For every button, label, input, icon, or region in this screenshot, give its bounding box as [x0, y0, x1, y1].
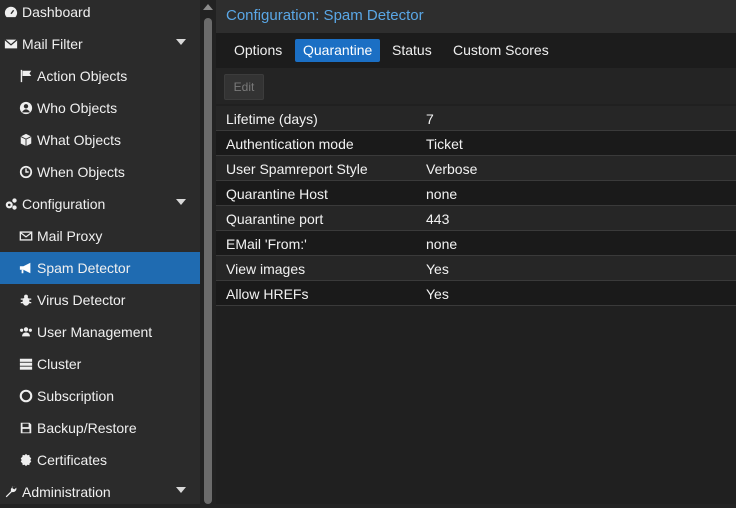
edit-button[interactable]: Edit [224, 74, 264, 100]
floppy-icon [18, 420, 34, 436]
sidebar-item-administration[interactable]: Administration [0, 476, 200, 508]
sidebar-item-configuration[interactable]: Configuration [0, 188, 200, 220]
page-title: Configuration: Spam Detector [226, 7, 424, 24]
row-value: Yes [426, 286, 449, 302]
row-name: View images [226, 261, 306, 277]
sidebar-item-label: Administration [22, 484, 111, 500]
sidebar-item-label: Backup/Restore [37, 420, 137, 436]
table-row[interactable]: Allow HREFs Yes [216, 281, 736, 306]
sidebar-item-backup-restore[interactable]: Backup/Restore [0, 412, 200, 444]
row-value: Yes [426, 261, 449, 277]
chevron-down-icon[interactable] [176, 199, 186, 205]
chevron-down-icon[interactable] [176, 39, 186, 45]
row-name: Quarantine Host [226, 186, 328, 202]
toolbar: Edit [216, 68, 736, 104]
table-row[interactable]: Authentication mode Ticket [216, 131, 736, 156]
sidebar-item-label: Cluster [37, 356, 82, 372]
life-ring-icon [18, 388, 34, 404]
clock-icon [18, 164, 34, 180]
table-row[interactable]: Quarantine Host none [216, 181, 736, 206]
row-value: Ticket [426, 136, 463, 152]
sidebar-item-action-objects[interactable]: Action Objects [0, 60, 200, 92]
server-icon [18, 356, 34, 372]
row-value: 7 [426, 111, 434, 127]
row-name: User Spamreport Style [226, 161, 368, 177]
certificate-icon [18, 452, 34, 468]
sidebar-item-virus-detector[interactable]: Virus Detector [0, 284, 200, 316]
table-row[interactable]: EMail 'From:' none [216, 231, 736, 256]
sidebar-item-label: Configuration [22, 196, 106, 212]
sidebar-item-label: Who Objects [37, 100, 118, 116]
tab-bar: Options Quarantine Status Custom Scores [216, 33, 736, 68]
sidebar-item-user-management[interactable]: User Management [0, 316, 200, 348]
sidebar-item-when-objects[interactable]: When Objects [0, 156, 200, 188]
row-name: Authentication mode [226, 136, 354, 152]
main-panel: Configuration: Spam Detector Options Qua… [216, 0, 736, 504]
sidebar-item-label: Certificates [37, 452, 108, 468]
sidebar-item-certificates[interactable]: Certificates [0, 444, 200, 476]
table-row[interactable]: User Spamreport Style Verbose [216, 156, 736, 181]
tab-quarantine[interactable]: Quarantine [295, 39, 381, 62]
cube-icon [18, 132, 34, 148]
row-name: EMail 'From:' [226, 236, 307, 252]
sidebar-item-what-objects[interactable]: What Objects [0, 124, 200, 156]
tab-options[interactable]: Options [226, 39, 290, 62]
sidebar-item-label: Mail Filter [22, 36, 83, 52]
sidebar-item-label: Spam Detector [37, 260, 131, 276]
sidebar-item-label: Dashboard [22, 4, 91, 20]
sidebar: Dashboard Mail Filter Action Objects Who… [0, 0, 200, 504]
sidebar-item-subscription[interactable]: Subscription [0, 380, 200, 412]
scroll-up-icon[interactable] [203, 4, 213, 10]
settings-grid: Lifetime (days) 7 Authentication mode Ti… [216, 106, 736, 306]
sidebar-item-label: Virus Detector [37, 292, 126, 308]
row-name: Lifetime (days) [226, 111, 318, 127]
sidebar-item-mail-filter[interactable]: Mail Filter [0, 28, 200, 60]
row-value: none [426, 236, 458, 252]
dashboard-icon [3, 4, 19, 20]
envelope-icon [3, 36, 19, 52]
row-value: none [426, 186, 458, 202]
sidebar-item-mail-proxy[interactable]: Mail Proxy [0, 220, 200, 252]
title-bar: Configuration: Spam Detector [216, 0, 736, 33]
users-icon [18, 324, 34, 340]
bug-icon [18, 292, 34, 308]
user-circle-icon [18, 100, 34, 116]
table-row[interactable]: Lifetime (days) 7 [216, 106, 736, 131]
sidebar-item-spam-detector[interactable]: Spam Detector [0, 252, 200, 284]
sidebar-item-who-objects[interactable]: Who Objects [0, 92, 200, 124]
table-row[interactable]: Quarantine port 443 [216, 206, 736, 231]
row-name: Quarantine port [226, 211, 324, 227]
table-row[interactable]: View images Yes [216, 256, 736, 281]
flag-icon [18, 68, 34, 84]
scrollbar-thumb[interactable] [204, 18, 212, 504]
gears-icon [3, 196, 19, 212]
sidebar-item-label: Mail Proxy [37, 228, 103, 244]
chevron-down-icon[interactable] [176, 487, 186, 493]
tab-status[interactable]: Status [384, 39, 440, 62]
sidebar-item-label: Action Objects [37, 68, 128, 84]
row-value: 443 [426, 211, 450, 227]
bullhorn-icon [18, 260, 34, 276]
sidebar-item-label: When Objects [37, 164, 125, 180]
sidebar-item-cluster[interactable]: Cluster [0, 348, 200, 380]
row-name: Allow HREFs [226, 286, 309, 302]
sidebar-item-dashboard[interactable]: Dashboard [0, 0, 200, 28]
tab-custom-scores[interactable]: Custom Scores [445, 39, 557, 62]
row-value: Verbose [426, 161, 478, 177]
sidebar-scrollbar[interactable] [200, 0, 216, 504]
sidebar-item-label: Subscription [37, 388, 115, 404]
wrench-icon [3, 484, 19, 500]
sidebar-item-label: What Objects [37, 132, 122, 148]
sidebar-item-label: User Management [37, 324, 153, 340]
envelope-outline-icon [18, 228, 34, 244]
